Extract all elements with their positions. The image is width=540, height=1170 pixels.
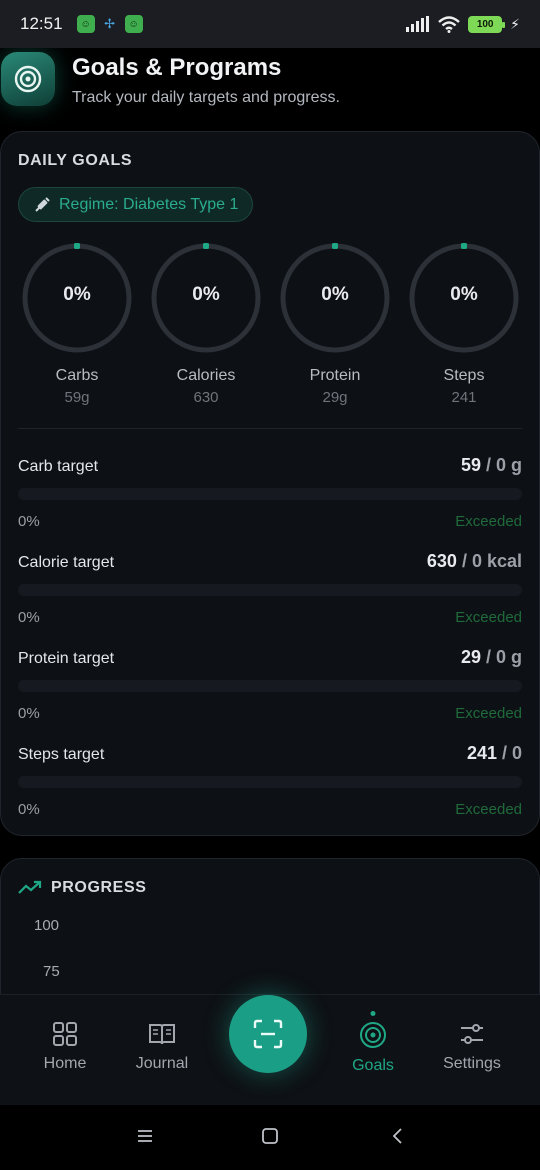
fan-icon: ✢ bbox=[104, 16, 115, 31]
regime-label: Regime: Diabetes Type 1 bbox=[59, 195, 239, 213]
progress-card: PROGRESS 100 75 bbox=[0, 858, 540, 994]
daily-goals-card: DAILY GOALS Regime: Diabetes Type 1 0% C… bbox=[0, 131, 540, 836]
target-percent: 0% bbox=[18, 609, 40, 626]
progress-bar bbox=[18, 680, 522, 692]
status-badge: Exceeded bbox=[455, 609, 522, 626]
active-indicator bbox=[370, 1011, 376, 1016]
scan-button[interactable] bbox=[229, 995, 307, 1073]
app-notification-icon: ☺ bbox=[76, 15, 95, 33]
ring-label: Carbs bbox=[55, 367, 99, 384]
target-icon bbox=[360, 1022, 386, 1048]
nav-goals[interactable]: Goals bbox=[323, 1011, 423, 1075]
trending-up-icon bbox=[18, 880, 42, 894]
bottom-nav: Home Journal Goals Settings bbox=[0, 994, 540, 1105]
progress-title: PROGRESS bbox=[51, 879, 147, 896]
ring-label: Steps bbox=[443, 367, 485, 384]
target-value: 630 / 0 kcal bbox=[426, 551, 522, 571]
target-label: Steps target bbox=[18, 746, 105, 763]
back-icon[interactable] bbox=[389, 1127, 407, 1145]
y-tick-label: 75 bbox=[43, 963, 60, 980]
target-value: 59 / 0 g bbox=[460, 455, 522, 475]
status-badge: Exceeded bbox=[455, 705, 522, 722]
protein-target-row: Protein target 29 / 0 g 0% Exceeded bbox=[18, 647, 522, 746]
app-notification-icon: ☺ bbox=[124, 15, 143, 33]
page-header: Goals & Programs Track your daily target… bbox=[0, 48, 540, 132]
nav-settings[interactable]: Settings bbox=[422, 1021, 522, 1073]
page-title: Goals & Programs bbox=[72, 54, 282, 81]
wifi-icon bbox=[438, 15, 460, 33]
sliders-icon bbox=[461, 1024, 483, 1044]
goal-rings: 0% Carbs 59g 0% Calories 630 0% Protein … bbox=[1, 242, 540, 412]
status-bar: 12:51 ☺ ✢ ☺ 100 ⚡ bbox=[0, 0, 540, 48]
ring-label: Calories bbox=[176, 367, 236, 384]
regime-chip[interactable]: Regime: Diabetes Type 1 bbox=[18, 187, 254, 222]
target-value: 241 / 0 bbox=[466, 743, 522, 763]
nav-label: Goals bbox=[352, 1057, 394, 1074]
target-label: Calorie target bbox=[18, 554, 115, 571]
target-percent: 0% bbox=[18, 801, 40, 818]
target-label: Carb target bbox=[18, 458, 99, 475]
nav-home[interactable]: Home bbox=[15, 1021, 115, 1073]
signal-icon bbox=[406, 16, 430, 32]
recents-icon[interactable] bbox=[136, 1127, 154, 1145]
ring-percent: 0% bbox=[321, 284, 349, 305]
page-subtitle: Track your daily targets and progress. bbox=[72, 89, 340, 106]
ring-value: 241 bbox=[451, 389, 477, 406]
ring-value: 29g bbox=[322, 389, 348, 406]
target-value: 29 / 0 g bbox=[460, 647, 522, 667]
status-time: 12:51 bbox=[20, 14, 63, 33]
daily-goals-title: DAILY GOALS bbox=[18, 152, 133, 169]
goals-scroll-area[interactable]: Goals & Programs Track your daily target… bbox=[0, 48, 540, 994]
ring-percent: 0% bbox=[63, 284, 91, 305]
syringe-icon bbox=[35, 196, 50, 212]
steps-target-row: Steps target 241 / 0 0% Exceeded bbox=[18, 743, 522, 842]
ring-carbs[interactable]: 0% Carbs 59g bbox=[21, 242, 133, 406]
nav-label: Journal bbox=[135, 1055, 189, 1072]
grid-icon bbox=[53, 1022, 77, 1046]
nav-journal[interactable]: Journal bbox=[112, 1021, 212, 1073]
y-tick-label: 100 bbox=[34, 917, 60, 934]
progress-bar bbox=[18, 776, 522, 788]
status-badge: Exceeded bbox=[455, 801, 522, 818]
nav-label: Home bbox=[43, 1055, 87, 1072]
target-percent: 0% bbox=[18, 513, 40, 530]
ring-protein[interactable]: 0% Protein 29g bbox=[279, 242, 391, 406]
progress-bar bbox=[18, 488, 522, 500]
book-icon bbox=[149, 1024, 175, 1045]
system-nav-bar bbox=[0, 1105, 540, 1170]
progress-bar bbox=[18, 584, 522, 596]
target-label: Protein target bbox=[18, 650, 115, 667]
ring-value: 630 bbox=[193, 389, 219, 406]
ring-value: 59g bbox=[64, 389, 90, 406]
ring-percent: 0% bbox=[192, 284, 220, 305]
carb-target-row: Carb target 59 / 0 g 0% Exceeded bbox=[18, 455, 522, 554]
scan-icon bbox=[253, 1019, 283, 1049]
divider bbox=[18, 428, 522, 429]
status-badge: Exceeded bbox=[455, 513, 522, 530]
target-icon bbox=[1, 52, 55, 106]
charging-icon: ⚡ bbox=[510, 15, 520, 32]
ring-calories[interactable]: 0% Calories 630 bbox=[150, 242, 262, 406]
calorie-target-row: Calorie target 630 / 0 kcal 0% Exceeded bbox=[18, 551, 522, 650]
ring-percent: 0% bbox=[450, 284, 478, 305]
battery-icon: 100 bbox=[468, 15, 506, 33]
target-percent: 0% bbox=[18, 705, 40, 722]
ring-label: Protein bbox=[309, 367, 361, 384]
ring-steps[interactable]: 0% Steps 241 bbox=[408, 242, 520, 406]
nav-label: Settings bbox=[443, 1055, 501, 1072]
home-icon[interactable] bbox=[261, 1127, 279, 1145]
